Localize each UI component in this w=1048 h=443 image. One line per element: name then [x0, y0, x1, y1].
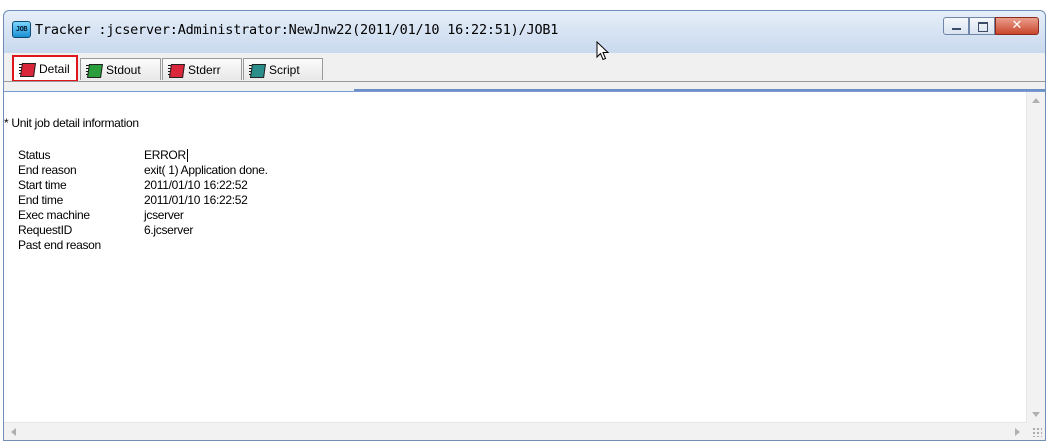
window-controls: ✕	[943, 17, 1039, 37]
field-value: ERROR	[144, 148, 186, 162]
detail-fields: Status ERROR End reason exit( 1) Applicati…	[18, 148, 268, 253]
tab-script[interactable]: Script	[243, 58, 323, 80]
notebook-teal-icon	[248, 63, 266, 78]
field-past-end-reason: Past end reason	[18, 238, 268, 253]
maximize-button[interactable]	[969, 17, 995, 35]
close-button[interactable]: ✕	[995, 17, 1039, 35]
tracker-window: JOB Tracker :jcserver:Administrator:NewJ…	[3, 10, 1046, 441]
tab-stdout-label: Stdout	[106, 62, 141, 77]
title-bar[interactable]: JOB Tracker :jcserver:Administrator:NewJ…	[4, 11, 1045, 53]
tab-stderr[interactable]: Stderr	[162, 58, 242, 80]
field-value: 6.jcserver	[144, 223, 194, 237]
field-value: 2011/01/10 16:22:52	[144, 193, 248, 207]
field-value: 2011/01/10 16:22:52	[144, 178, 248, 192]
field-key: Start time	[18, 178, 67, 192]
field-start-time: Start time 2011/01/10 16:22:52	[18, 178, 268, 193]
tab-stderr-label: Stderr	[188, 62, 221, 77]
tab-strip: Detail Stdout Stderr Script	[4, 53, 1045, 91]
resize-corner[interactable]	[1027, 423, 1045, 440]
field-value: jcserver	[144, 208, 184, 222]
text-caret	[186, 149, 188, 163]
field-end-time: End time 2011/01/10 16:22:52	[18, 193, 268, 208]
scroll-left-icon[interactable]	[11, 428, 16, 436]
vertical-scrollbar[interactable]	[1026, 92, 1045, 423]
field-exec-machine: Exec machine jcserver	[18, 208, 268, 223]
scroll-up-icon[interactable]	[1032, 98, 1040, 103]
tab-detail[interactable]: Detail	[12, 55, 78, 82]
tab-script-label: Script	[269, 62, 300, 77]
notebook-red-icon	[18, 62, 36, 77]
tab-stdout[interactable]: Stdout	[80, 58, 161, 80]
resize-grip-icon[interactable]	[1032, 427, 1042, 437]
scroll-right-icon[interactable]	[1015, 428, 1020, 436]
close-icon: ✕	[1011, 18, 1023, 33]
field-key: RequestID	[18, 223, 72, 237]
field-value: exit( 1) Application done.	[144, 163, 268, 177]
mouse-pointer-icon	[596, 41, 610, 61]
field-key: End reason	[18, 163, 77, 177]
field-request-id: RequestID 6.jcserver	[18, 223, 268, 238]
minimize-button[interactable]	[943, 17, 969, 35]
tab-divider	[4, 81, 1045, 82]
notebook-red-icon	[167, 63, 185, 78]
window-title: Tracker :jcserver:Administrator:NewJnw22…	[35, 22, 559, 38]
field-key: Past end reason	[18, 238, 101, 252]
horizontal-scrollbar[interactable]	[4, 422, 1027, 440]
field-key: Exec machine	[18, 208, 90, 222]
detail-text-area[interactable]: * Unit job detail information Status ERRO…	[4, 92, 1027, 423]
tab-detail-label: Detail	[39, 62, 70, 76]
field-key: End time	[18, 193, 63, 207]
minimize-icon	[952, 28, 961, 30]
field-status: Status ERROR	[18, 148, 268, 163]
field-key: Status	[18, 148, 51, 162]
maximize-icon	[978, 22, 988, 32]
notebook-green-icon	[85, 63, 103, 78]
scroll-down-icon[interactable]	[1032, 412, 1040, 417]
detail-heading: * Unit job detail information	[4, 116, 139, 130]
detail-panel: * Unit job detail information Status ERRO…	[4, 91, 1045, 440]
field-end-reason: End reason exit( 1) Application done.	[18, 163, 268, 178]
job-app-icon: JOB	[12, 21, 31, 38]
